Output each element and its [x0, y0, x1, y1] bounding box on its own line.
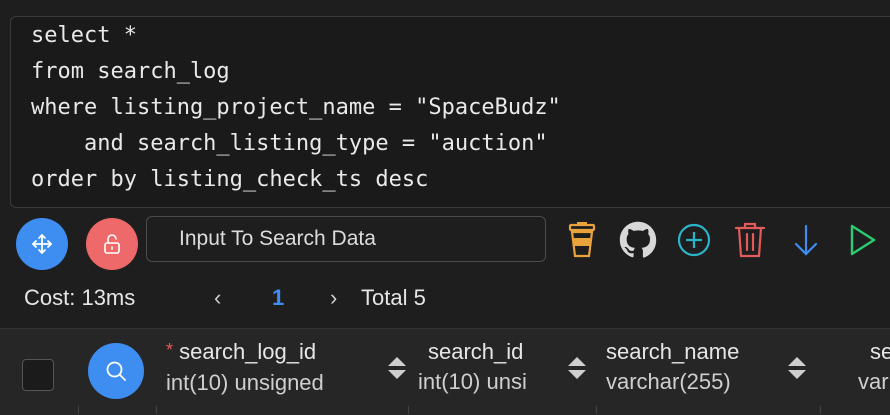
search-input[interactable]	[146, 216, 546, 262]
column-name: search_name	[606, 339, 740, 364]
prev-page-button[interactable]: ‹	[214, 285, 221, 311]
required-marker: *	[166, 340, 174, 360]
coffee-button[interactable]	[562, 218, 602, 262]
pager: Cost: 13ms ‹ 1 › Total 5	[0, 276, 890, 320]
column-header-search-name[interactable]: search_name varchar(255)	[606, 337, 739, 397]
unlock-button[interactable]	[86, 218, 138, 270]
code-line[interactable]: where listing_project_name = "SpaceBudz"	[31, 95, 561, 121]
sort-icon[interactable]	[786, 353, 808, 383]
column-search-button[interactable]	[88, 343, 144, 399]
code-line[interactable]: and search_listing_type = "auction"	[31, 131, 548, 157]
column-divider	[408, 406, 409, 414]
column-type: varchar(255)	[606, 369, 731, 394]
search-icon	[106, 361, 126, 381]
trash-icon	[734, 222, 766, 258]
next-page-button[interactable]: ›	[330, 285, 337, 311]
coffee-icon	[568, 222, 596, 258]
download-icon	[794, 224, 818, 256]
column-divider	[596, 406, 597, 414]
run-icon	[850, 224, 876, 256]
github-icon	[619, 221, 657, 258]
download-button[interactable]	[786, 218, 826, 262]
code-line[interactable]: order by listing_check_ts desc	[31, 167, 428, 193]
column-type: int(10) unsi	[418, 369, 527, 394]
move-icon	[32, 234, 52, 254]
column-divider	[156, 406, 157, 414]
code-line[interactable]: select *	[31, 23, 137, 49]
add-icon	[677, 223, 711, 257]
column-name: search_log_id	[179, 339, 317, 364]
move-button[interactable]	[16, 218, 68, 270]
column-type: var	[858, 369, 889, 394]
sql-editor[interactable]: select * from search_log where listing_p…	[10, 16, 890, 208]
column-name: search_id	[428, 339, 524, 364]
column-header-partial[interactable]: se var	[858, 337, 890, 397]
column-type: int(10) unsigned	[166, 370, 324, 395]
select-all-checkbox[interactable]	[22, 359, 54, 391]
code-line[interactable]: from search_log	[31, 59, 230, 85]
table-header: * search_log_id int(10) unsigned search_…	[0, 328, 890, 415]
column-divider	[820, 406, 821, 414]
sort-icon[interactable]	[566, 353, 588, 383]
column-header-search-id[interactable]: search_id int(10) unsi	[418, 337, 527, 397]
column-name: se	[870, 339, 890, 364]
column-divider	[78, 406, 79, 414]
run-button[interactable]	[842, 218, 882, 262]
column-header-search-log-id[interactable]: * search_log_id int(10) unsigned	[166, 337, 324, 398]
sort-icon[interactable]	[386, 353, 408, 383]
delete-button[interactable]	[730, 218, 770, 262]
add-button[interactable]	[674, 218, 714, 262]
unlock-icon	[104, 234, 120, 254]
total-count: Total 5	[361, 285, 426, 310]
query-cost: Cost: 13ms	[24, 285, 136, 310]
github-button[interactable]	[618, 218, 658, 262]
current-page[interactable]: 1	[272, 285, 284, 311]
toolbar	[0, 214, 890, 270]
